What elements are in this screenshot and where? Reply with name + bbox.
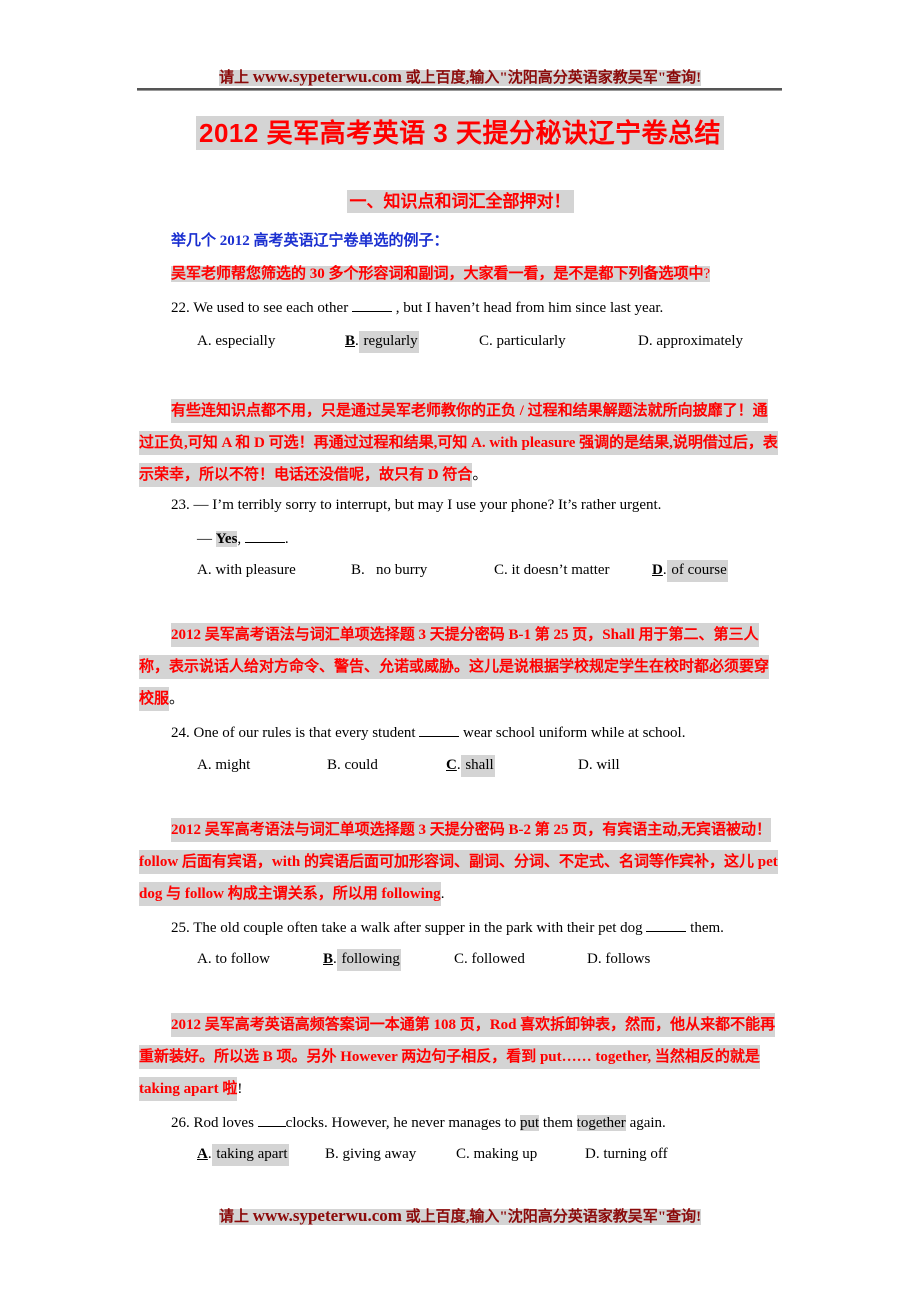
answer-blank bbox=[419, 724, 460, 737]
option-b-correct[interactable]: B. regularly bbox=[345, 331, 419, 353]
answer-blank bbox=[351, 299, 392, 312]
option-c[interactable]: C. making up bbox=[456, 1146, 537, 1163]
option-b-correct[interactable]: B. following bbox=[323, 949, 401, 971]
question-23-response: — Yes, . bbox=[197, 530, 289, 547]
answer-highlight: shall bbox=[460, 755, 495, 777]
explanation-25: 2012 吴军高考英语高频答案词一本通第 108 页，Rod 喜欢拆卸钟表，然而… bbox=[139, 1009, 779, 1105]
option-c-correct[interactable]: C. shall bbox=[446, 755, 495, 777]
explanation-22: 有些连知识点都不用，只是通过吴军老师教你的正负 / 过程和结果解题法就所向披靡了… bbox=[139, 395, 779, 491]
running-header-text: 请上 www.sypeterwu.com 或上百度,输入"沈阳高分英语家教吴军"… bbox=[218, 67, 702, 86]
option-b[interactable]: B. could bbox=[327, 757, 378, 774]
question-26-stem: 26. Rod loves clocks. However, he never … bbox=[171, 1114, 666, 1131]
option-b[interactable]: B. no burry bbox=[351, 562, 427, 579]
header-rule bbox=[137, 88, 782, 91]
option-a-correct[interactable]: A. taking apart bbox=[197, 1144, 289, 1166]
option-a[interactable]: A. might bbox=[197, 757, 250, 774]
question-22-stem: 22. We used to see each other , but I ha… bbox=[171, 299, 664, 316]
website-link[interactable]: www.sypeterwu.com bbox=[253, 67, 402, 86]
document-page: 请上 www.sypeterwu.com 或上百度,输入"沈阳高分英语家教吴军"… bbox=[0, 0, 920, 1302]
option-d[interactable]: D. follows bbox=[587, 951, 650, 968]
option-d[interactable]: D. approximately bbox=[638, 333, 743, 350]
answer-highlight: regularly bbox=[358, 331, 419, 353]
running-footer: 请上 www.sypeterwu.com 或上百度,输入"沈阳高分英语家教吴军"… bbox=[0, 1205, 920, 1226]
question-25-stem: 25. The old couple often take a walk aft… bbox=[171, 919, 724, 936]
explanation-24: 2012 吴军高考语法与词汇单项选择题 3 天提分密码 B-2 第 25 页，有… bbox=[139, 814, 779, 910]
answer-highlight: of course bbox=[666, 560, 728, 582]
option-c[interactable]: C. followed bbox=[454, 951, 525, 968]
keyword-highlight: put bbox=[519, 1115, 540, 1131]
question-24-stem: 24. One of our rules is that every stude… bbox=[171, 724, 686, 741]
option-d-correct[interactable]: D. of course bbox=[652, 560, 728, 582]
keyword-highlight: together bbox=[576, 1115, 626, 1131]
explanation-23: 2012 吴军高考语法与词汇单项选择题 3 天提分密码 B-1 第 25 页，S… bbox=[139, 619, 779, 715]
option-a[interactable]: A. with pleasure bbox=[197, 562, 296, 579]
answer-blank bbox=[257, 1114, 286, 1127]
option-b[interactable]: B. giving away bbox=[325, 1146, 416, 1163]
website-link[interactable]: www.sypeterwu.com bbox=[253, 1206, 402, 1225]
answer-blank bbox=[244, 530, 285, 543]
intro-text: 举几个 2012 高考英语辽宁卷单选的例子： bbox=[171, 233, 449, 249]
section-heading: 一、知识点和词汇全部押对！ bbox=[0, 187, 920, 213]
intro-note: 吴军老师帮您筛选的 30 多个形容词和副词，大家看一看，是不是都下列备选项中? bbox=[171, 262, 711, 283]
option-d[interactable]: D. turning off bbox=[585, 1146, 668, 1163]
option-d[interactable]: D. will bbox=[578, 757, 620, 774]
answer-blank bbox=[646, 919, 687, 932]
document-title: 2012 吴军高考英语 3 天提分秘诀辽宁卷总结 bbox=[0, 113, 920, 150]
option-a[interactable]: A. to follow bbox=[197, 951, 270, 968]
option-c[interactable]: C. particularly bbox=[479, 333, 566, 350]
question-23-stem: 23. — I’m terribly sorry to interrupt, b… bbox=[171, 497, 662, 513]
answer-highlight: taking apart bbox=[211, 1144, 289, 1166]
option-c[interactable]: C. it doesn’t matter bbox=[494, 562, 610, 579]
option-a[interactable]: A. especially bbox=[197, 333, 275, 350]
answer-highlight: following bbox=[336, 949, 401, 971]
running-header: 请上 www.sypeterwu.com 或上百度,输入"沈阳高分英语家教吴军"… bbox=[0, 66, 920, 87]
intro-note-highlight: 吴军老师帮您筛选的 30 多个形容词和副词，大家看一看，是不是都下列备选项中? bbox=[171, 266, 711, 282]
running-footer-text: 请上 www.sypeterwu.com 或上百度,输入"沈阳高分英语家教吴军"… bbox=[218, 1206, 702, 1225]
